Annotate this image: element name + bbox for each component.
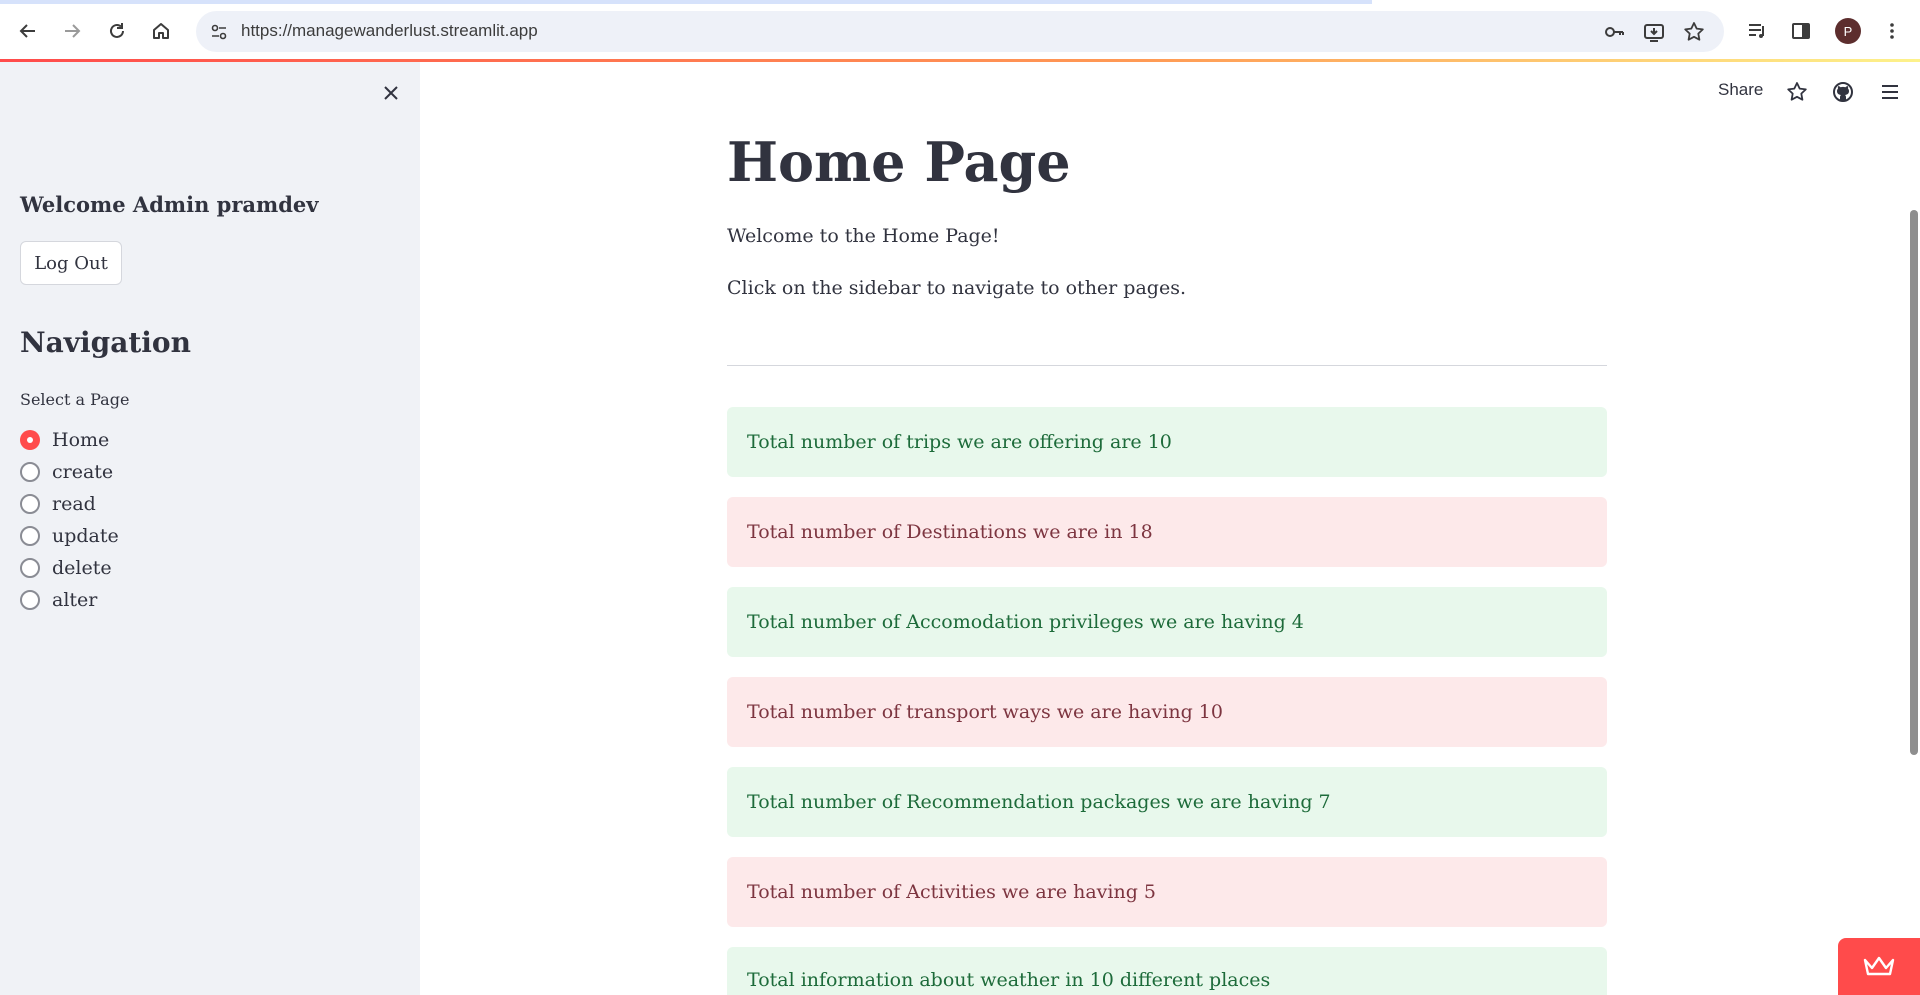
radio-unchecked-icon[interactable] — [20, 526, 40, 546]
alert-transport: Total number of transport ways we are ha… — [727, 677, 1607, 747]
home-icon[interactable] — [146, 16, 176, 46]
github-icon[interactable] — [1829, 78, 1857, 106]
side-panel-icon[interactable] — [1786, 16, 1816, 46]
radio-label[interactable]: alter — [52, 589, 97, 611]
site-info-icon[interactable] — [206, 19, 232, 45]
browser-menu-icon[interactable] — [1877, 16, 1907, 46]
media-controls-icon[interactable] — [1742, 16, 1772, 46]
alert-activities: Total number of Activities we are having… — [727, 857, 1607, 927]
address-bar[interactable]: https://managewanderlust.streamlit.app — [196, 11, 1724, 52]
reload-icon[interactable] — [102, 16, 132, 46]
radio-label[interactable]: create — [52, 461, 113, 483]
forward-icon[interactable] — [57, 16, 87, 46]
install-app-icon[interactable] — [1641, 19, 1667, 45]
bookmark-star-icon[interactable] — [1681, 19, 1707, 45]
radio-unchecked-icon[interactable] — [20, 462, 40, 482]
password-key-icon[interactable] — [1601, 19, 1627, 45]
radio-option-create[interactable]: create — [20, 456, 119, 488]
back-icon[interactable] — [13, 16, 43, 46]
alert-trips: Total number of trips we are offering ar… — [727, 407, 1607, 477]
alert-recommendations: Total number of Recommendation packages … — [727, 767, 1607, 837]
radio-unchecked-icon[interactable] — [20, 590, 40, 610]
favorite-star-icon[interactable] — [1783, 78, 1811, 106]
radio-option-alter[interactable]: alter — [20, 584, 119, 616]
radio-label[interactable]: delete — [52, 557, 112, 579]
select-page-label: Select a Page — [20, 390, 130, 409]
radio-label[interactable]: read — [52, 493, 96, 515]
hamburger-menu-icon[interactable] — [1876, 78, 1904, 106]
radio-unchecked-icon[interactable] — [20, 494, 40, 514]
welcome-heading: Welcome Admin pramdev — [20, 192, 319, 217]
radio-checked-icon[interactable] — [20, 430, 40, 450]
alert-destinations: Total number of Destinations we are in 1… — [727, 497, 1607, 567]
radio-unchecked-icon[interactable] — [20, 558, 40, 578]
share-button[interactable]: Share — [1718, 80, 1763, 100]
radio-option-read[interactable]: read — [20, 488, 119, 520]
page-scrollbar[interactable] — [1910, 210, 1918, 755]
page-radio-group: Home create read update delete alter — [20, 424, 119, 616]
page-title: Home Page — [727, 130, 1071, 194]
radio-option-home[interactable]: Home — [20, 424, 119, 456]
close-sidebar-icon[interactable] — [378, 80, 404, 106]
radio-label[interactable]: update — [52, 525, 119, 547]
profile-avatar[interactable]: P — [1835, 18, 1861, 44]
loading-bar — [0, 0, 1372, 4]
sidebar: Welcome Admin pramdev Log Out Navigation… — [0, 62, 420, 995]
url-text[interactable]: https://managewanderlust.streamlit.app — [241, 21, 538, 41]
radio-label[interactable]: Home — [52, 429, 109, 451]
alert-weather: Total information about weather in 10 di… — [727, 947, 1607, 995]
radio-option-update[interactable]: update — [20, 520, 119, 552]
radio-option-delete[interactable]: delete — [20, 552, 119, 584]
intro-text: Welcome to the Home Page! — [727, 225, 1000, 247]
browser-chrome: https://managewanderlust.streamlit.app P — [0, 0, 1920, 62]
hint-text: Click on the sidebar to navigate to othe… — [727, 277, 1186, 299]
navigation-heading: Navigation — [20, 326, 191, 359]
streamlit-crown-icon[interactable] — [1838, 938, 1920, 995]
logout-button[interactable]: Log Out — [20, 241, 122, 285]
alert-accommodation: Total number of Accomodation privileges … — [727, 587, 1607, 657]
divider — [727, 365, 1607, 366]
